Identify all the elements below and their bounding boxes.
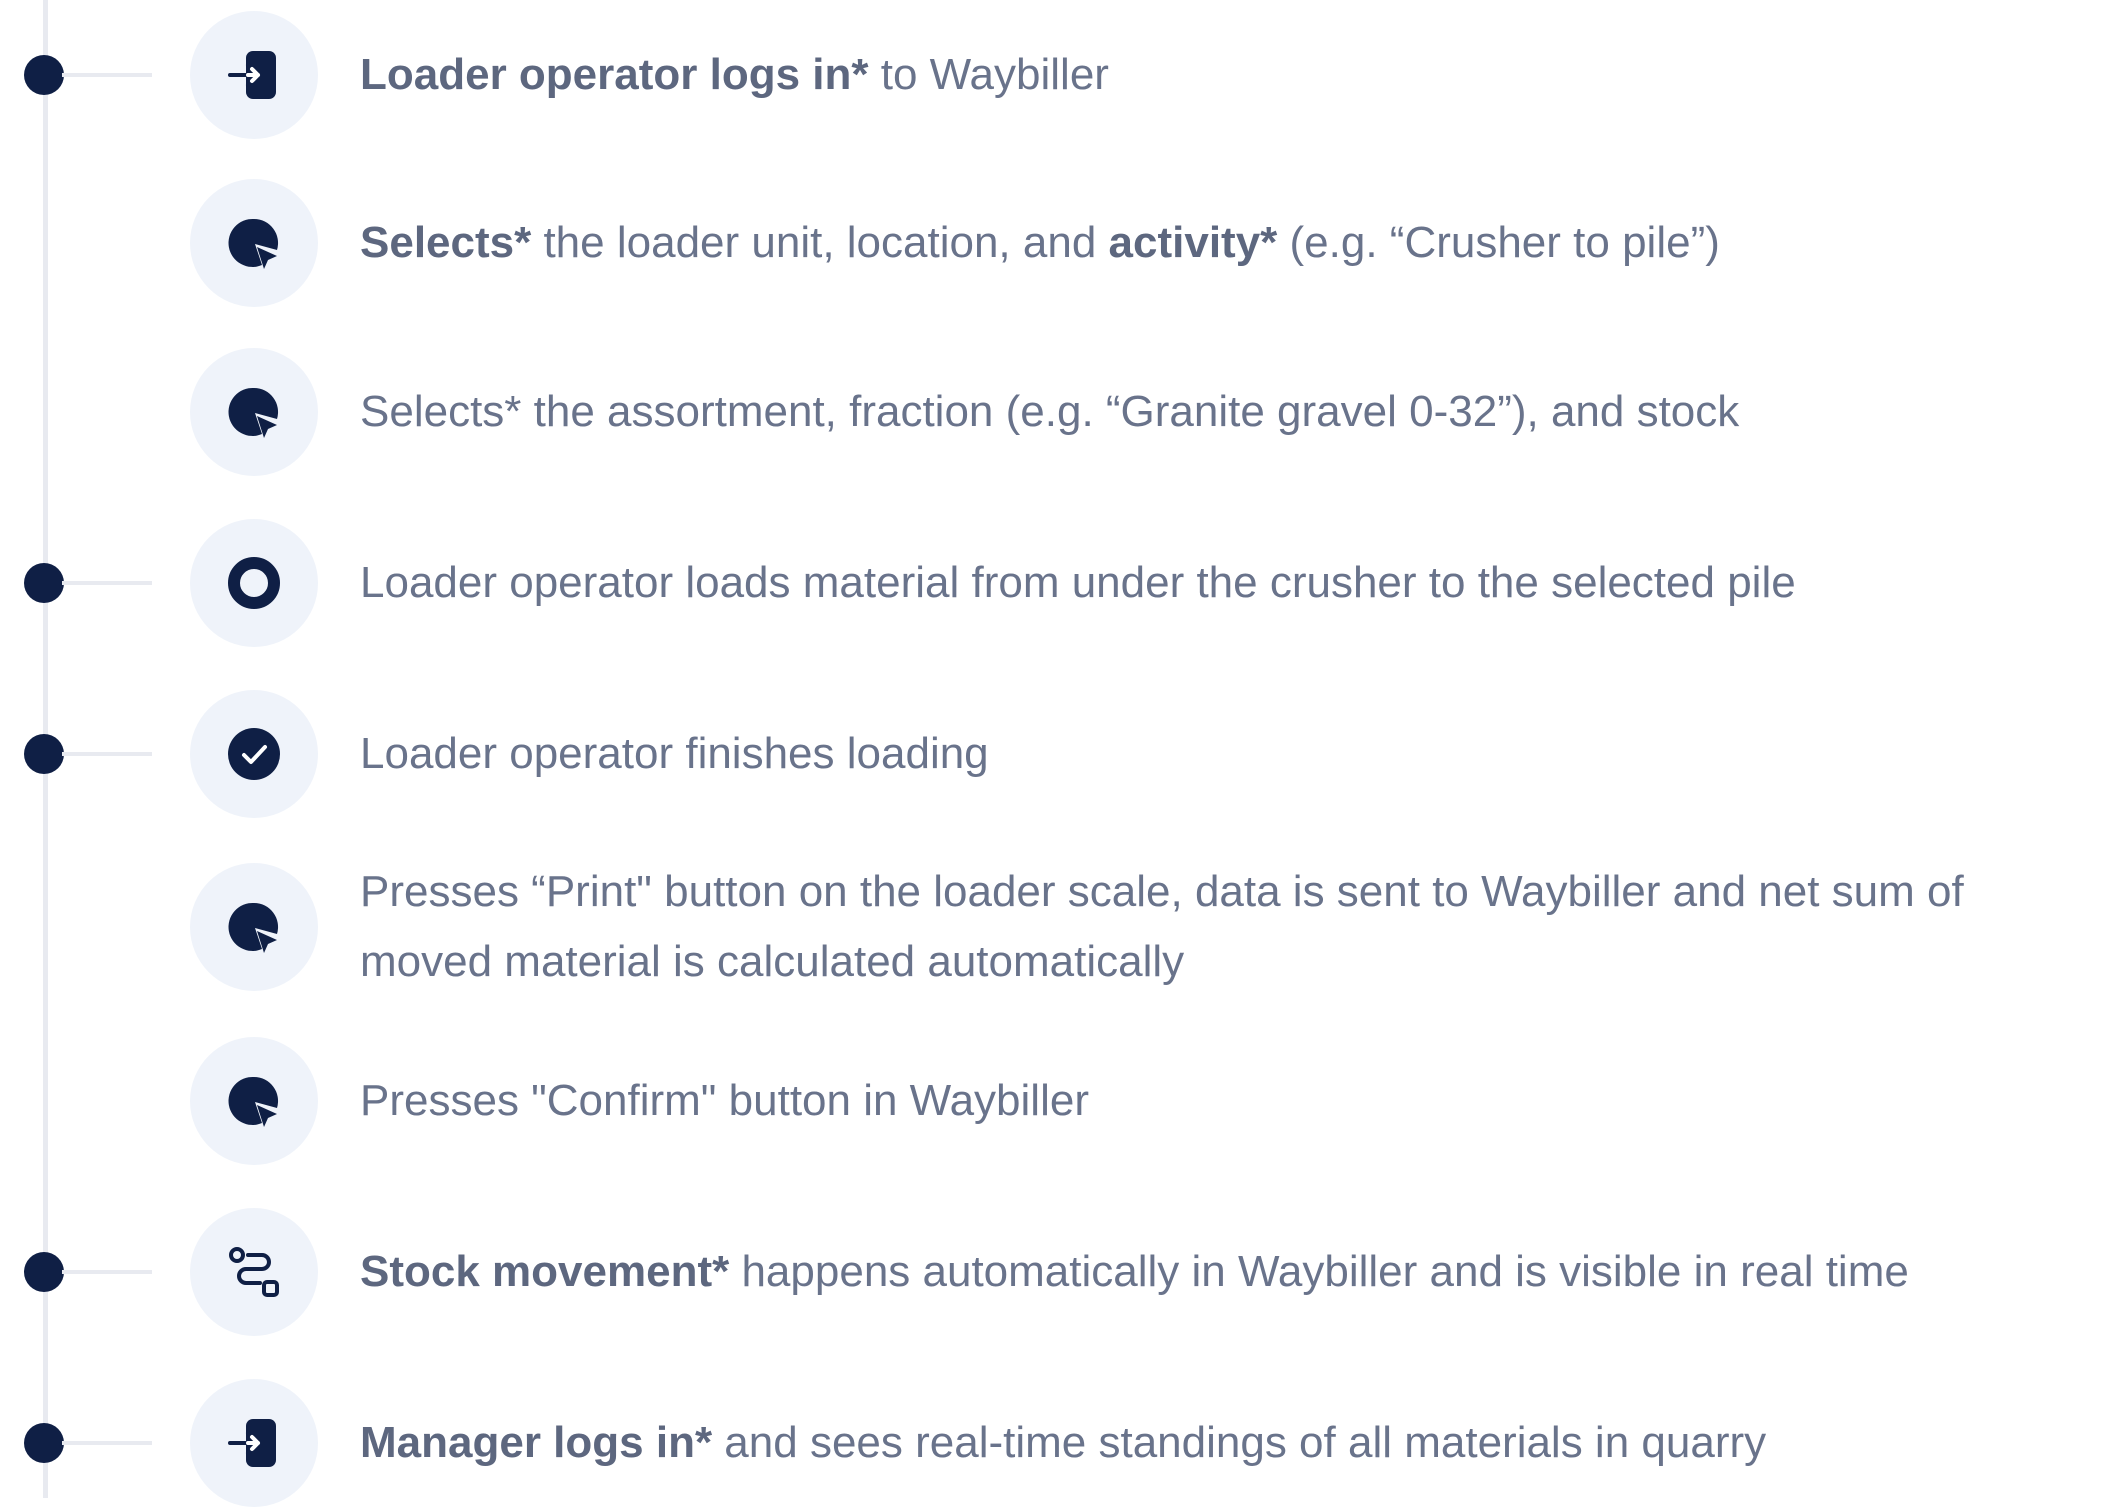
step-text-regular: Presses "Confirm" button in Waybiller [360,1076,1089,1125]
step-text: Stock movement* happens automatically in… [360,1237,2090,1307]
step-text-regular: the loader unit, location, and [531,218,1109,267]
timeline-connector [62,1270,152,1274]
step-icon-badge [190,11,318,139]
login-icon [228,1419,276,1467]
step-text: Loader operator loads material from unde… [360,548,2090,618]
step-text-regular: and sees real-time standings of all mate… [712,1418,1767,1467]
step-text: Loader operator logs in* to Waybiller [360,40,2090,110]
check-circle-icon [228,728,280,780]
timeline-connector [62,752,152,756]
step-text-regular: Loader operator finishes loading [360,729,989,778]
step-text: Selects* the loader unit, location, and … [360,208,2090,278]
record-icon [228,557,280,609]
pointer-click-icon [228,218,279,269]
pointer-click-icon [228,902,279,953]
step-text: Presses "Confirm" button in Waybiller [360,1066,2090,1136]
step-text-bold: Loader operator logs in* [360,50,869,99]
step-icon-badge [190,348,318,476]
timeline-dot [24,563,64,603]
step-text: Presses “Print" button on the loader sca… [360,857,2090,997]
step-text: Manager logs in* and sees real-time stan… [360,1408,2090,1478]
timeline-dot [24,1252,64,1292]
timeline-dot [24,734,64,774]
step-text: Loader operator finishes loading [360,719,2090,789]
timeline-dot [24,55,64,95]
pointer-click-icon [228,387,279,438]
step-icon-badge [190,179,318,307]
route-icon [229,1247,279,1297]
step-text-bold: Manager logs in* [360,1418,713,1467]
step-text-regular: happens automatically in Waybiller and i… [729,1247,1909,1296]
step-icon-badge [190,690,318,818]
timeline-connector [62,581,152,585]
step-icon-badge [190,1379,318,1507]
timeline-connector [62,1441,152,1445]
timeline-dot [24,1423,64,1463]
step-text-bold: Selects* [360,218,532,267]
step-icon-badge [190,1208,318,1336]
login-icon [228,51,276,99]
step-text-regular: Selects* the assortment, fraction (e.g. … [360,387,1740,436]
step-text-regular: Presses “Print" button on the loader sca… [360,867,1964,986]
step-text-bold: Stock movement* [360,1247,730,1296]
step-text-regular: to Waybiller [868,50,1109,99]
pointer-click-icon [228,1076,279,1127]
step-icon-badge [190,863,318,991]
step-text-bold: activity* [1108,218,1278,267]
step-text-regular: (e.g. “Crusher to pile”) [1277,218,1720,267]
step-text: Selects* the assortment, fraction (e.g. … [360,377,2090,447]
step-icon-badge [190,519,318,647]
step-text-regular: Loader operator loads material from unde… [360,558,1796,607]
step-icon-badge [190,1037,318,1165]
timeline-connector [62,73,152,77]
